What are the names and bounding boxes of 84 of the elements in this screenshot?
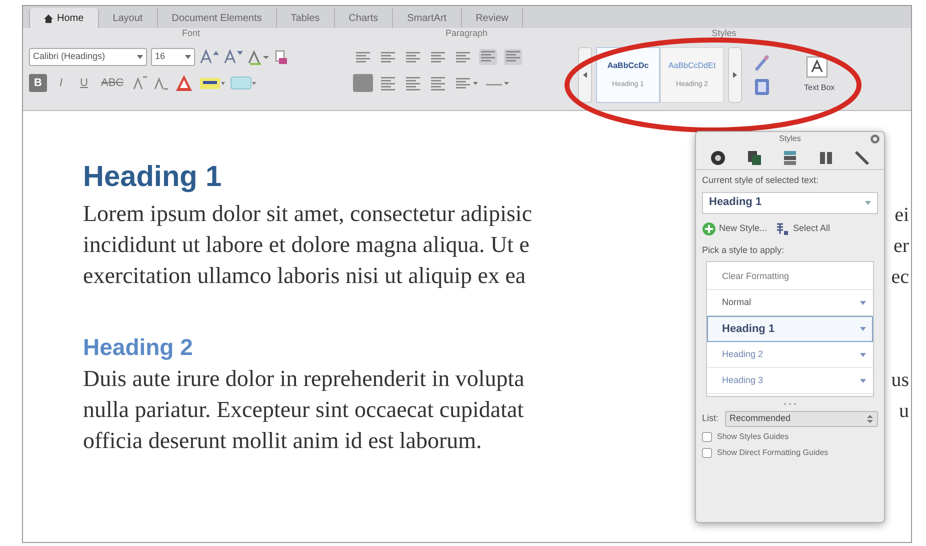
resize-grip-icon[interactable]: [782, 401, 798, 407]
body-text: u: [899, 398, 909, 424]
ribbon-tab[interactable]: Tables: [276, 8, 335, 28]
text-box-button[interactable]: Text Box: [804, 56, 835, 94]
current-style-dropdown[interactable]: Heading 1: [702, 192, 878, 214]
text-effects-icon[interactable]: [174, 74, 194, 92]
body-text: ei: [894, 202, 909, 228]
ribbon-tab[interactable]: Document Elements: [158, 8, 277, 28]
group-label: Paragraph: [445, 28, 488, 38]
heading: Heading 1: [83, 160, 222, 195]
list-dropdown[interactable]: Recommended: [724, 411, 878, 427]
decrease-indent-icon[interactable]: [478, 48, 498, 66]
group-label: Font: [182, 28, 200, 38]
body-text: ec: [891, 264, 909, 290]
body-text: exercitation ullamco laboris nisi ut aliquip ex ea: [83, 262, 526, 290]
ribbon-tab[interactable]: Home: [29, 8, 99, 28]
caret-icon: [865, 200, 871, 204]
checkbox[interactable]: [702, 432, 712, 442]
styles-pane-icon[interactable]: [754, 78, 770, 96]
format-button[interactable]: U: [75, 74, 93, 92]
select-all-icon: [775, 222, 790, 236]
style-list-item[interactable]: Heading 1: [707, 316, 873, 342]
scroll-left-icon[interactable]: [578, 47, 592, 103]
checkbox-label: Show Styles Guides: [717, 431, 789, 443]
styles-icon[interactable]: [782, 150, 798, 166]
body-text: us: [891, 368, 909, 392]
checkbox[interactable]: [702, 448, 712, 458]
close-icon[interactable]: [870, 134, 880, 144]
font-color-icon[interactable]: [230, 75, 256, 91]
body-text: er: [893, 234, 909, 258]
ribbon-tab[interactable]: Layout: [98, 8, 158, 28]
caret-icon: [137, 55, 143, 59]
subheading: Heading 2: [83, 333, 193, 362]
clear-format-icon[interactable]: [273, 49, 289, 65]
bullets-icon[interactable]: [353, 49, 373, 65]
ribbon-tab[interactable]: Review: [462, 8, 524, 28]
group-label: Styles: [712, 28, 736, 38]
home-icon: [44, 14, 53, 22]
new-style-button[interactable]: New Style...: [702, 222, 768, 236]
center-icon[interactable]: [378, 74, 398, 92]
highlight-icon[interactable]: [198, 75, 225, 91]
style-change-icon[interactable]: [754, 54, 770, 72]
section-label: Current style of selected text:: [702, 174, 819, 187]
style-list-item[interactable]: Heading 2: [707, 342, 873, 368]
ribbon-tab[interactable]: SmartArt: [393, 8, 462, 28]
multilevel-list-icon[interactable]: [403, 49, 423, 65]
body-text: Lorem ipsum dolor sit amet, consectetur adipisic: [83, 200, 532, 228]
style-list-item[interactable]: Clear Formatting: [707, 264, 873, 290]
body-text: Duis aute irure dolor in reprehenderit in volupta: [83, 365, 524, 394]
grow-font-icon[interactable]: [199, 49, 219, 65]
caret-icon: [860, 327, 866, 331]
font-name-field[interactable]: Calibri (Headings): [29, 48, 147, 66]
caret-icon: [860, 301, 866, 305]
increase-indent-icon[interactable]: [503, 48, 523, 66]
justify-icon[interactable]: [428, 74, 448, 92]
indent-icon[interactable]: [453, 49, 473, 65]
panel-title: Styles: [779, 133, 801, 145]
body-text: officia deserunt mollit anim id est laborum.: [83, 427, 482, 456]
pages-icon[interactable]: [746, 150, 762, 166]
format-button[interactable]: I: [52, 74, 70, 92]
plus-icon: [702, 222, 716, 236]
caret-icon: [185, 55, 191, 59]
list-label: List:: [702, 412, 719, 426]
shrink-font-icon[interactable]: [223, 49, 243, 65]
caret-icon: [867, 415, 873, 423]
caret-icon: [860, 379, 866, 383]
checkbox-label: Show Direct Formatting Guides: [717, 447, 828, 459]
numbering-icon[interactable]: [378, 49, 398, 65]
select-all-button[interactable]: Select All: [775, 222, 830, 236]
body-text: incididunt ut labore et dolore magna aliqua. Ut e: [83, 231, 530, 260]
caret-icon: [860, 353, 866, 357]
superscript-icon[interactable]: [132, 75, 148, 91]
section-label: Pick a style to apply:: [702, 244, 784, 257]
font-size-field[interactable]: 16: [151, 48, 195, 66]
format-button[interactable]: ABC: [98, 74, 127, 92]
subscript-icon[interactable]: [152, 75, 169, 91]
scroll-right-icon[interactable]: [728, 47, 742, 103]
align-right-icon[interactable]: [403, 74, 423, 92]
line-spacing-icon[interactable]: [453, 75, 479, 91]
ribbon-tab[interactable]: Charts: [334, 8, 394, 28]
sort-icon[interactable]: [428, 49, 448, 65]
body-text: nulla pariatur. Excepteur sint occaecat cupidatat: [83, 396, 524, 424]
format-button[interactable]: B: [29, 74, 47, 92]
style-list-item[interactable]: Heading 3: [707, 368, 873, 394]
